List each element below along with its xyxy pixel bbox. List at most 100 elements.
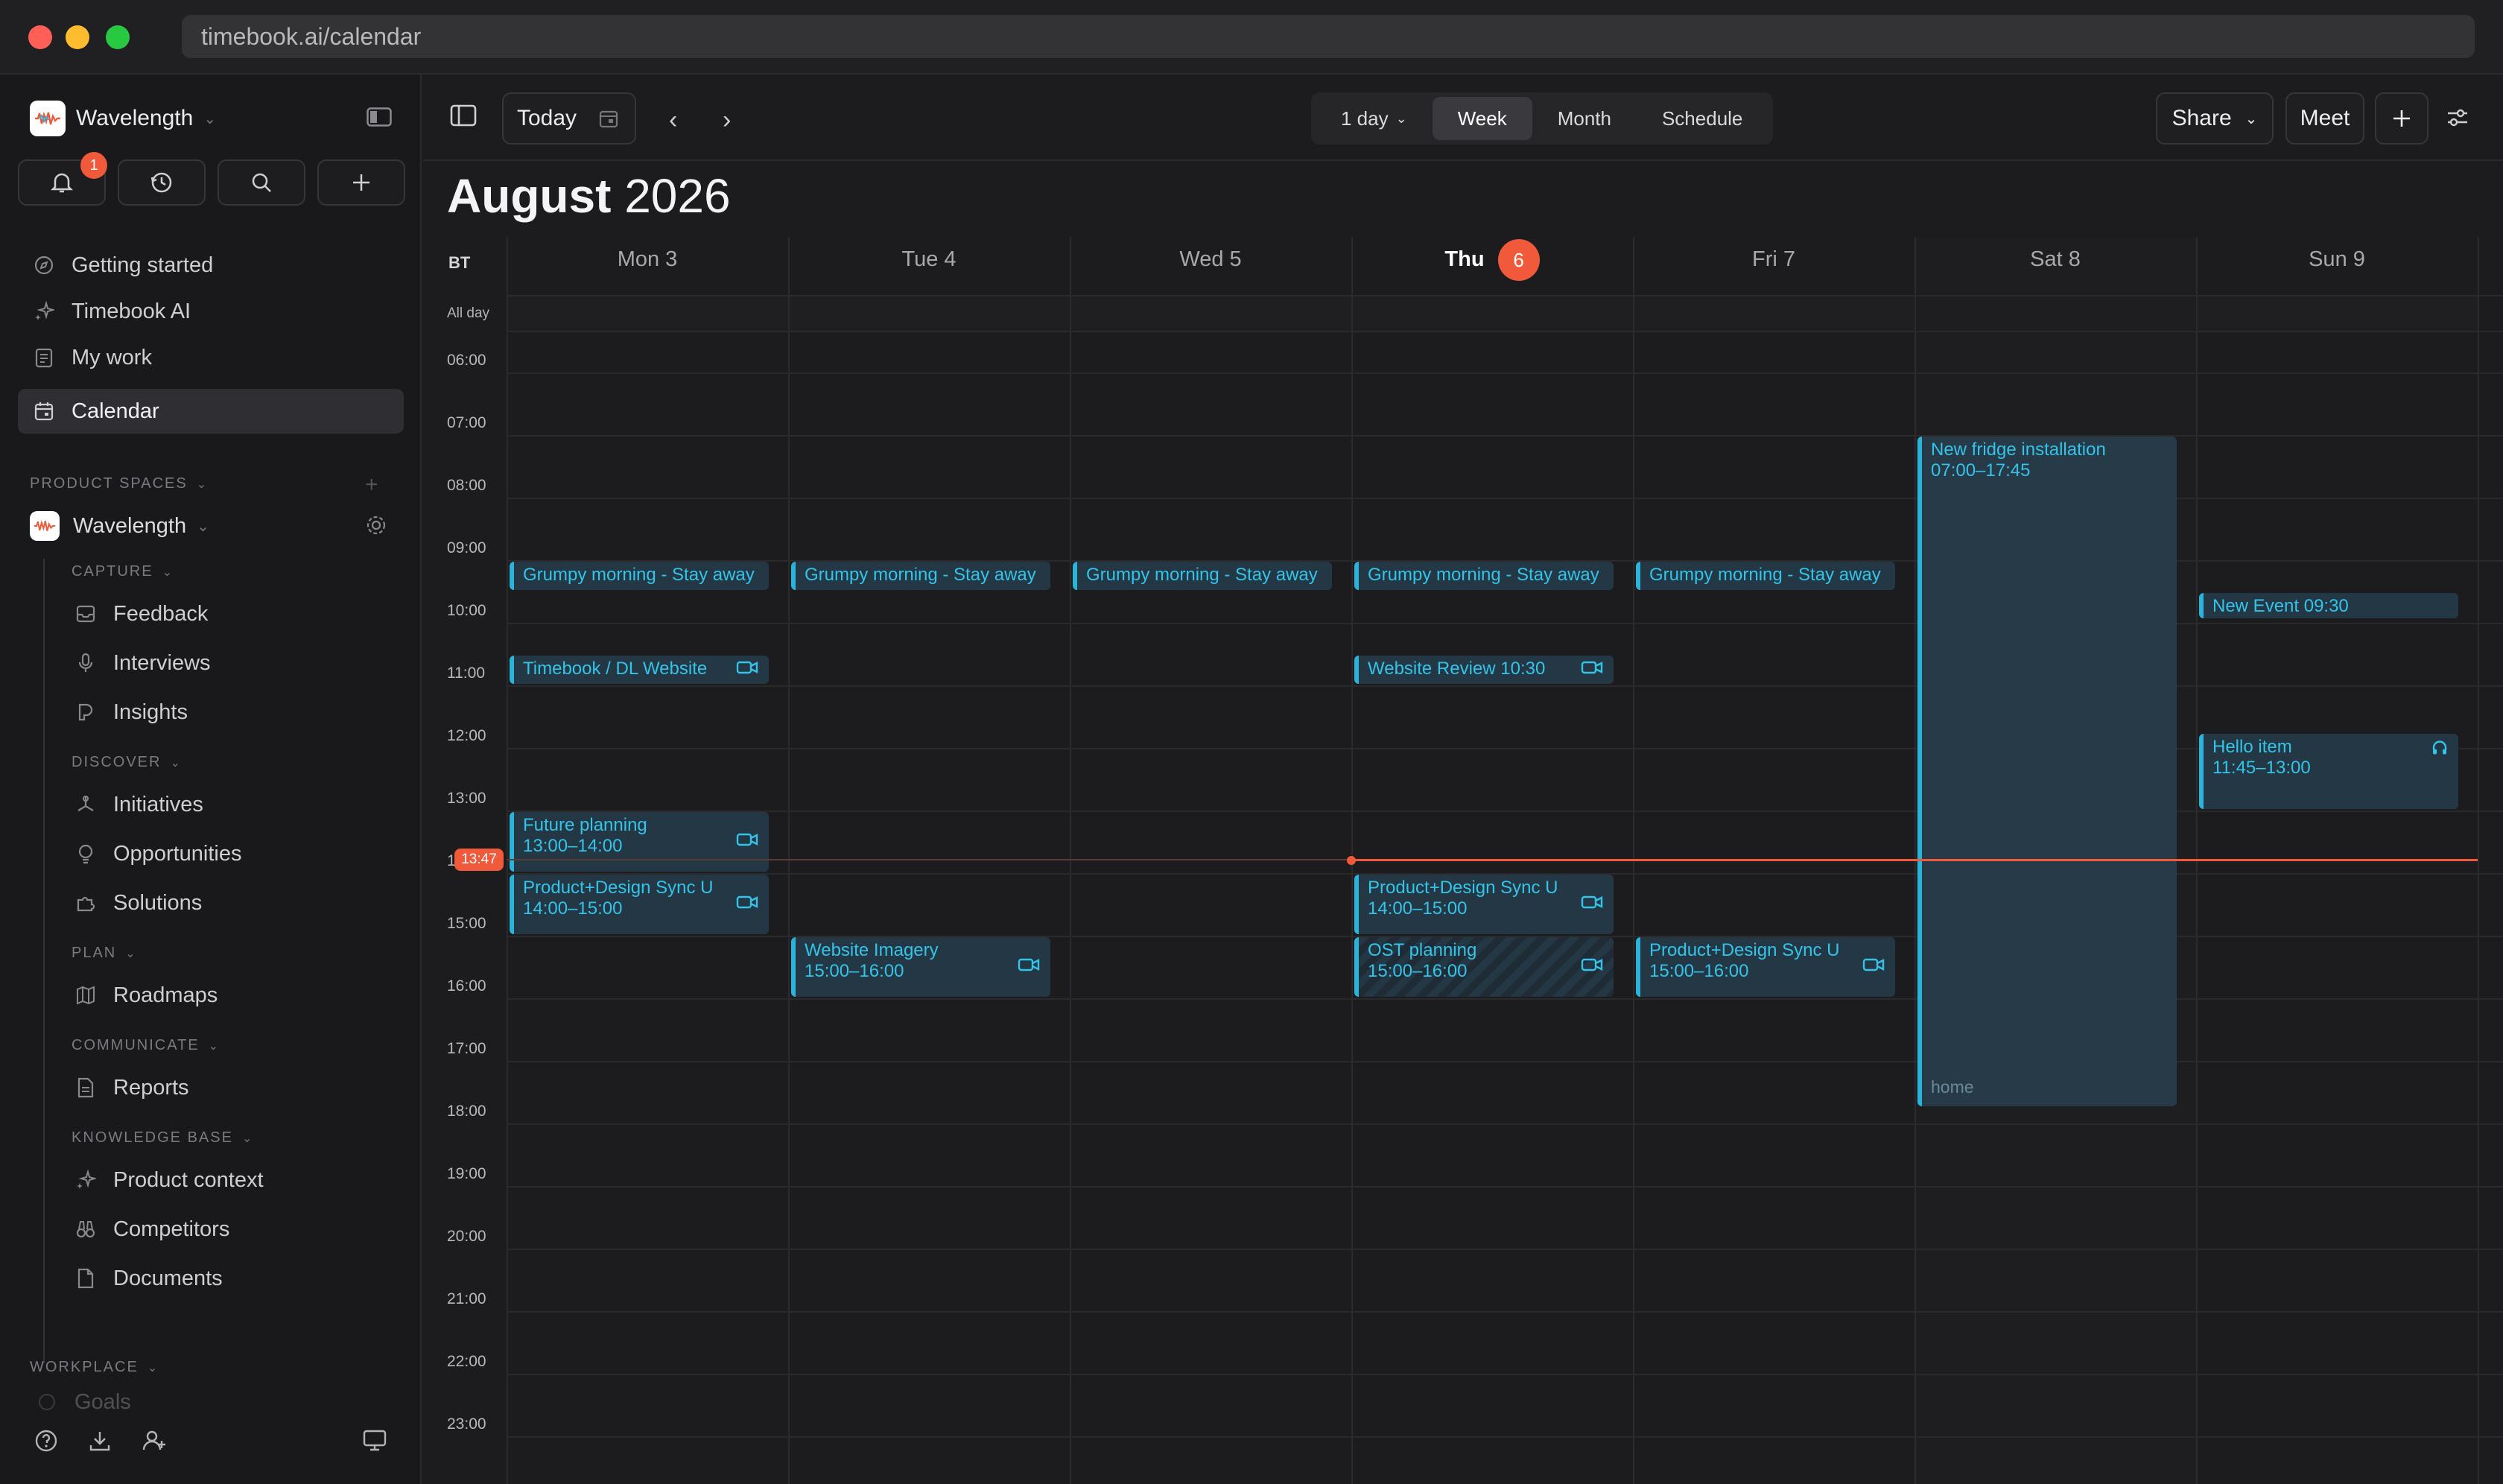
section-knowledge-base[interactable]: KNOWLEDGE BASE ⌄ <box>72 1129 253 1147</box>
day-header-7[interactable]: Sun 9 <box>2196 237 2478 282</box>
day-header-5[interactable]: Fri 7 <box>1633 237 1914 282</box>
calendar-event[interactable]: Grumpy morning - Stay away <box>1636 562 1895 590</box>
desktop-app-icon[interactable] <box>362 1429 387 1456</box>
today-button[interactable]: Today <box>502 92 636 145</box>
address-bar[interactable]: timebook.ai/calendar <box>182 15 2475 58</box>
day-name: Sun 9 <box>2309 247 2365 271</box>
sidebar-item-my-work[interactable]: My work <box>18 335 404 380</box>
video-call-icon <box>736 894 758 915</box>
calendar-event[interactable]: Grumpy morning - Stay away <box>1354 562 1614 590</box>
sidebar-item-opportunities[interactable]: Opportunities <box>74 833 242 875</box>
search-button[interactable] <box>218 159 305 206</box>
event-title: Hello item <box>2212 737 2292 757</box>
calendar-event[interactable]: Website Imagery 15:00–16:00 <box>791 937 1050 997</box>
sidebar-item-documents[interactable]: Documents <box>74 1258 223 1299</box>
sidebar-item-getting-started[interactable]: Getting started <box>18 243 404 288</box>
day-header-4[interactable]: Thu 6 <box>1351 237 1633 282</box>
event-title: Grumpy morning - Stay away <box>805 565 1036 585</box>
calendar-event[interactable]: Product+Design Sync U 14:00–15:00 <box>1354 875 1614 934</box>
previous-week-button[interactable]: ‹ <box>669 106 677 135</box>
event-title: OST planning <box>1368 940 1477 960</box>
section-capture[interactable]: CAPTURE ⌄ <box>72 563 174 580</box>
product-spaces-header[interactable]: PRODUCT SPACES ⌄ <box>30 475 208 492</box>
chevron-down-icon: ⌄ <box>147 1361 159 1374</box>
calendar-event[interactable]: Grumpy morning - Stay away <box>510 562 769 590</box>
hour-label: 06:00 <box>447 352 486 369</box>
day-header-6[interactable]: Sat 8 <box>1914 237 2196 282</box>
hour-line <box>507 1311 2503 1313</box>
month-title: August 2026 <box>447 169 731 223</box>
share-button[interactable]: Share ⌄ <box>2156 92 2274 145</box>
sidebar-item-calendar[interactable]: Calendar <box>18 389 404 434</box>
microphone-icon <box>74 653 97 673</box>
meet-button[interactable]: Meet <box>2285 92 2364 145</box>
hour-label: 15:00 <box>447 915 486 932</box>
view-week-tab[interactable]: Week <box>1432 97 1532 140</box>
sidebar-item-feedback[interactable]: Feedback <box>74 593 208 635</box>
maximize-window-button[interactable] <box>106 25 130 49</box>
week-grid: BT All day Mon 3 Tue 4 Wed 5 Thu 6 Fri 7 Sat 8… <box>423 237 2503 1484</box>
section-plan[interactable]: PLAN ⌄ <box>72 945 137 962</box>
sidebar-item-interviews[interactable]: Interviews <box>74 642 211 684</box>
calendar-event[interactable]: Grumpy morning - Stay away <box>1073 562 1332 590</box>
sidebar-item-label: Getting started <box>72 253 214 277</box>
space-wavelength[interactable]: Wavelength ⌄ <box>30 511 209 541</box>
range-select[interactable]: 1 day ⌄ <box>1316 97 1433 140</box>
section-workplace[interactable]: WORKPLACE ⌄ <box>30 1359 159 1376</box>
event-title: Product+Design Sync U <box>523 878 714 898</box>
event-title: Website Imagery <box>805 940 939 960</box>
sidebar-item-initiatives[interactable]: Initiatives <box>74 784 203 825</box>
calendar-event[interactable]: New fridge installation 07:00–17:45 home <box>1917 437 2177 1106</box>
sidebar-item-product-context[interactable]: Product context <box>74 1159 264 1201</box>
sidebar-item-reports[interactable]: Reports <box>74 1067 189 1109</box>
calendar-event[interactable]: Product+Design Sync U 15:00–16:00 <box>1636 937 1895 997</box>
sidebar-item-timebook-ai[interactable]: Timebook AI <box>18 289 404 334</box>
grid-line <box>507 295 2503 297</box>
calendar-event[interactable]: Website Review 10:30 <box>1354 656 1614 684</box>
sidebar-item-insights[interactable]: Insights <box>74 691 188 733</box>
calendar-event[interactable]: Timebook / DL Website <box>510 656 769 684</box>
minimize-window-button[interactable] <box>66 25 89 49</box>
lightbulb-icon <box>74 843 97 864</box>
create-button[interactable] <box>317 159 405 206</box>
view-month-tab[interactable]: Month <box>1532 97 1637 140</box>
sidebar: Wavelength ⌄ 1 Getting started Timebook … <box>0 74 422 1484</box>
event-title: New fridge installation <box>1931 440 2106 460</box>
day-header-1[interactable]: Mon 3 <box>507 237 788 282</box>
sidebar-item-competitors[interactable]: Competitors <box>74 1208 229 1250</box>
sidebar-item-roadmaps[interactable]: Roadmaps <box>74 974 218 1016</box>
calendar-event[interactable]: Product+Design Sync U 14:00–15:00 <box>510 875 769 934</box>
current-time-line <box>1351 858 2478 861</box>
workspace-switcher[interactable]: Wavelength ⌄ <box>30 100 216 137</box>
sidebar-item-solutions[interactable]: Solutions <box>74 882 202 924</box>
event-time: 15:00–16:00 <box>805 961 904 981</box>
chevron-down-icon: ⌄ <box>203 110 217 127</box>
close-window-button[interactable] <box>28 25 52 49</box>
sidebar-collapse-icon[interactable] <box>367 107 392 130</box>
space-settings-icon[interactable] <box>365 514 387 540</box>
next-week-button[interactable]: › <box>723 106 731 135</box>
notifications-button[interactable]: 1 <box>18 152 107 206</box>
calendar-event[interactable]: OST planning 15:00–16:00 <box>1354 937 1614 997</box>
calendar-event[interactable]: Hello item 11:45–13:00 <box>2199 734 2458 809</box>
history-button[interactable] <box>118 159 206 206</box>
section-communicate[interactable]: COMMUNICATE ⌄ <box>72 1037 220 1054</box>
toggle-sidebar-icon[interactable] <box>450 104 477 130</box>
invite-user-icon[interactable] <box>142 1429 167 1456</box>
section-discover[interactable]: DISCOVER ⌄ <box>72 754 182 771</box>
event-location: home <box>1931 1077 1974 1097</box>
new-event-button[interactable] <box>2375 92 2429 145</box>
calendar-event[interactable]: New Event 09:30 <box>2199 593 2458 618</box>
help-icon[interactable] <box>34 1429 58 1456</box>
day-header-3[interactable]: Wed 5 <box>1070 237 1351 282</box>
settings-sliders-icon[interactable] <box>2446 107 2469 132</box>
add-space-icon[interactable]: + <box>365 472 378 498</box>
view-schedule-tab[interactable]: Schedule <box>1637 97 1768 140</box>
calendar-event[interactable]: Future planning 13:00–14:00 <box>510 812 769 872</box>
day-divider <box>1070 237 1071 1484</box>
day-header-2[interactable]: Tue 4 <box>788 237 1070 282</box>
history-icon <box>150 172 172 193</box>
download-icon[interactable] <box>88 1429 112 1456</box>
calendar-event[interactable]: Grumpy morning - Stay away <box>791 562 1050 590</box>
hour-line <box>507 1436 2503 1438</box>
